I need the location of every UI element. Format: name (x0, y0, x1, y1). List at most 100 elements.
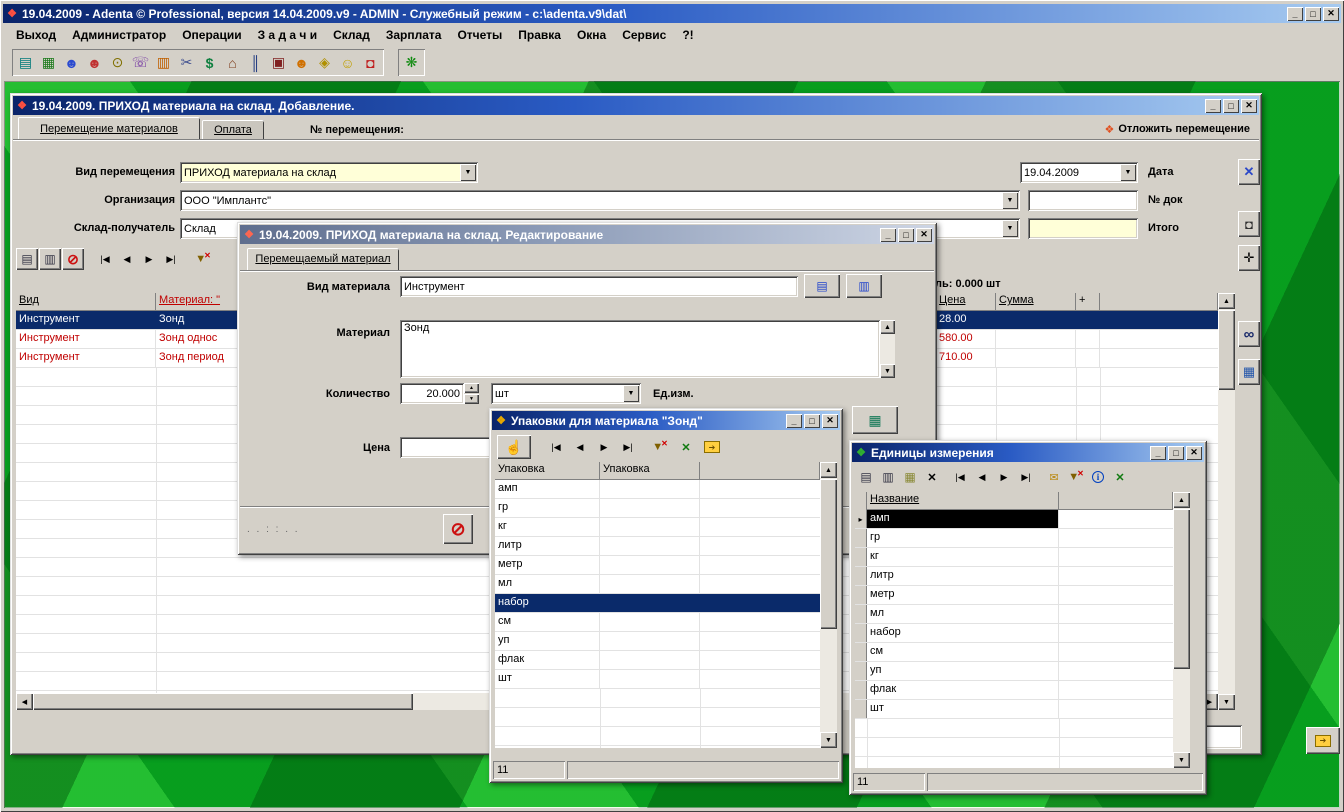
units-dictionary-button[interactable]: ▦ (852, 406, 898, 434)
spin-up-button[interactable]: ▲ (464, 383, 479, 393)
list-item-selected[interactable]: ▸амп (855, 510, 1173, 529)
window4-titlebar[interactable]: ❖ Единицы измерения _ □ ✕ (852, 443, 1204, 462)
scroll-down-button[interactable]: ▼ (1173, 752, 1190, 768)
organization-combo[interactable]: ООО "Имплантс" ▼ (180, 190, 1020, 211)
list-item[interactable]: флак (495, 651, 820, 670)
filter-cancel-icon[interactable]: ▼✕ (192, 249, 214, 269)
close-button[interactable]: ✕ (1323, 7, 1339, 21)
smiley-icon[interactable]: ☺ (336, 51, 359, 74)
staff-icon[interactable]: ☻ (83, 51, 106, 74)
scrollbar-thumb[interactable] (1173, 509, 1190, 669)
excel-export-icon[interactable]: ✕ (675, 437, 697, 457)
minimize-button[interactable]: _ (786, 414, 802, 428)
schedule-icon[interactable]: ⊙ (106, 51, 129, 74)
grid-vertical-scrollbar[interactable]: ▲ ▼ (1218, 293, 1235, 710)
exit-icon[interactable]: ➔ (701, 437, 723, 457)
chevron-down-icon[interactable]: ▼ (1002, 192, 1018, 209)
tab-moved-material[interactable]: Перемещаемый материал (247, 248, 399, 270)
menu-item-administrator[interactable]: Администратор (64, 26, 174, 44)
list-item[interactable]: гр (855, 529, 1173, 548)
maximize-button[interactable]: □ (804, 414, 820, 428)
move-handle[interactable]: ✛ (1238, 245, 1260, 271)
app-titlebar[interactable]: ❖ 19.04.2009 - Adenta © Professional, ве… (3, 4, 1341, 23)
scrollbar-thumb[interactable] (820, 479, 837, 629)
list-item[interactable]: кг (855, 548, 1173, 567)
tab-payment[interactable]: Оплата (202, 120, 264, 140)
maximize-button[interactable]: □ (1223, 99, 1239, 113)
nav-first-button[interactable]: |◀ (545, 437, 567, 457)
close-button[interactable]: ✕ (916, 228, 932, 242)
money-icon[interactable]: $ (198, 51, 221, 74)
filter-cancel-icon[interactable]: ▼✕ (649, 437, 671, 457)
minimize-button[interactable]: _ (1287, 7, 1303, 21)
menu-item-warehouse[interactable]: Склад (325, 26, 378, 44)
list-item[interactable]: литр (855, 567, 1173, 586)
date-combo[interactable]: 19.04.2009 ▼ (1020, 162, 1138, 183)
nav-last-button[interactable]: ▶| (1015, 467, 1037, 487)
settings-flower-icon[interactable]: ❋ (400, 51, 423, 74)
list-item[interactable]: метр (495, 556, 820, 575)
menu-item-salary[interactable]: Зарплата (378, 26, 450, 44)
material-memo[interactable]: Зонд (400, 320, 880, 378)
column-header-package-1[interactable]: Упаковка (495, 462, 600, 480)
excel-export-icon[interactable]: ✕ (1109, 467, 1131, 487)
unit-combo[interactable]: шт ▼ (491, 383, 641, 404)
minimize-button[interactable]: _ (880, 228, 896, 242)
cancel-x-button[interactable]: ✕ (1238, 159, 1260, 185)
nav-prev-button[interactable]: ◀ (971, 467, 993, 487)
nav-prev-button[interactable]: ◀ (116, 249, 138, 269)
nav-first-button[interactable]: |◀ (949, 467, 971, 487)
nav-last-button[interactable]: ▶| (160, 249, 182, 269)
list-item[interactable]: шт (495, 670, 820, 689)
nav-prev-button[interactable]: ◀ (569, 437, 591, 457)
minimize-button[interactable]: _ (1150, 446, 1166, 460)
groups-icon[interactable]: ☻ (290, 51, 313, 74)
list-item[interactable]: см (855, 643, 1173, 662)
list-item[interactable]: метр (855, 586, 1173, 605)
calendar-icon[interactable]: ▤ (14, 51, 37, 74)
cash-register-icon[interactable]: ⌂ (221, 51, 244, 74)
postpone-transfer-link[interactable]: ❖ Отложить перемещение (1070, 120, 1250, 138)
maximize-button[interactable]: □ (1168, 446, 1184, 460)
menu-item-windows[interactable]: Окна (569, 26, 614, 44)
material-type-history-button[interactable]: ▥ (846, 274, 882, 298)
spin-down-button[interactable]: ▼ (464, 394, 479, 404)
menu-item-tasks[interactable]: З а д а ч и (250, 26, 326, 44)
window2-titlebar[interactable]: ❖ 19.04.2009. ПРИХОД материала на склад.… (240, 225, 934, 244)
scroll-up-button[interactable]: ▲ (1218, 293, 1235, 309)
maximize-button[interactable]: □ (1305, 7, 1321, 21)
menu-item-operations[interactable]: Операции (174, 26, 249, 44)
scroll-up-button[interactable]: ▲ (880, 320, 895, 334)
list-item[interactable]: литр (495, 537, 820, 556)
table-view-button[interactable]: ▦ (1238, 359, 1260, 385)
exit-folder-button[interactable]: ➔ (1306, 727, 1340, 754)
cards-icon[interactable]: ▥ (152, 51, 175, 74)
vertical-scrollbar[interactable]: ▲ ▼ (820, 462, 837, 748)
scroll-down-button[interactable]: ▼ (820, 732, 837, 748)
scroll-up-button[interactable]: ▲ (1173, 492, 1190, 508)
list-item[interactable]: гр (495, 499, 820, 518)
vertical-scrollbar[interactable]: ▲ ▼ (1173, 492, 1190, 768)
phone-icon[interactable]: ☏ (129, 51, 152, 74)
nav-next-button[interactable]: ▶ (138, 249, 160, 269)
patients-icon[interactable]: ☻ (60, 51, 83, 74)
menu-item-service[interactable]: Сервис (614, 26, 674, 44)
scrollbar-thumb[interactable] (1218, 310, 1235, 390)
list-item[interactable]: уп (855, 662, 1173, 681)
total-field[interactable] (1028, 218, 1138, 239)
add-icon[interactable]: ▤ (855, 467, 877, 487)
window1-titlebar[interactable]: ❖ 19.04.2009. ПРИХОД материала на склад.… (13, 96, 1259, 115)
chevron-down-icon[interactable]: ▼ (1120, 164, 1136, 181)
save-record-button[interactable]: ◘ (1238, 211, 1260, 237)
menu-item-edit[interactable]: Правка (510, 26, 569, 44)
nav-next-button[interactable]: ▶ (593, 437, 615, 457)
package-icon[interactable]: ◈ (313, 51, 336, 74)
close-button[interactable]: ✕ (1241, 99, 1257, 113)
scroll-left-button[interactable]: ◀ (16, 693, 33, 710)
list-item[interactable]: флак (855, 681, 1173, 700)
save-icon[interactable]: ◘ (359, 51, 382, 74)
column-header-package-2[interactable]: Упаковка (600, 462, 700, 480)
quantity-stepper[interactable]: ▲ ▼ (464, 383, 479, 404)
memo-scrollbar[interactable]: ▲ ▼ (880, 320, 895, 378)
column-header-vid[interactable]: Вид (16, 293, 156, 311)
